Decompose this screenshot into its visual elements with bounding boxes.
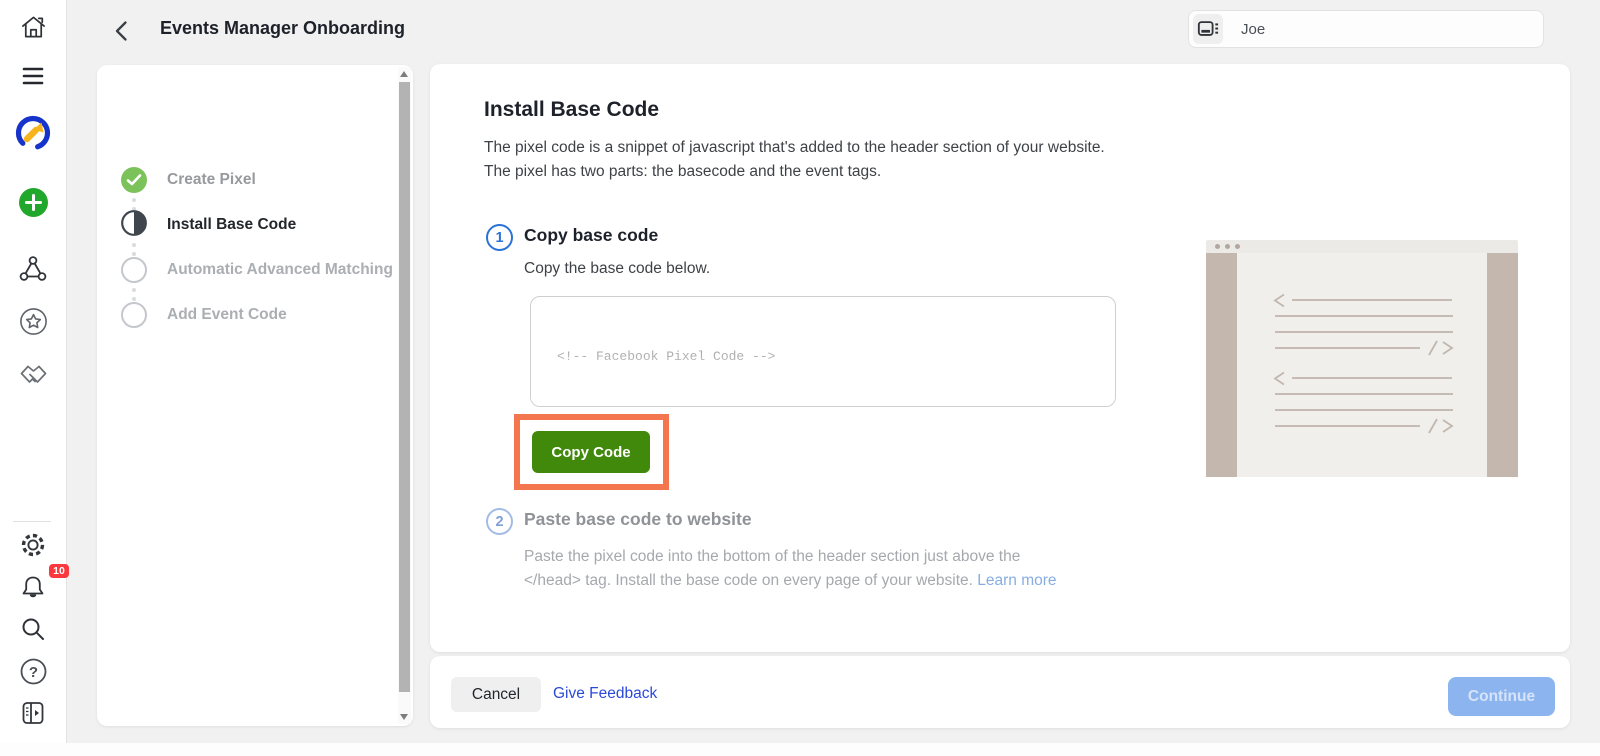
- left-sidebar: 10 ?: [0, 0, 67, 756]
- scrollbar-thumb[interactable]: [399, 82, 410, 692]
- step-install-base-code[interactable]: Install Base Code: [121, 212, 296, 238]
- continue-button[interactable]: Continue: [1448, 677, 1555, 716]
- cancel-button[interactable]: Cancel: [451, 677, 541, 712]
- step-label: Install Base Code: [167, 216, 296, 234]
- scrollbar-up-arrow[interactable]: [400, 71, 408, 77]
- step-2-title: Paste base code to website: [524, 509, 752, 530]
- notifications-bell-icon[interactable]: 10: [0, 570, 66, 604]
- illustration-left-column: [1206, 253, 1237, 477]
- step-label: Add Event Code: [167, 306, 287, 324]
- collapse-sidebar-icon[interactable]: [0, 698, 66, 728]
- search-icon[interactable]: [0, 614, 66, 644]
- pixel-code-snippet: <!-- Facebook Pixel Code --> <script> !f…: [530, 296, 1116, 407]
- account-name: Joe: [1241, 21, 1265, 38]
- step-2-number: 2: [486, 508, 513, 535]
- notification-badge: 10: [49, 564, 69, 578]
- window-dots-icon: [1215, 244, 1240, 249]
- step-automatic-advanced-matching[interactable]: Automatic Advanced Matching: [121, 257, 393, 283]
- step-current-half-icon: [121, 210, 147, 241]
- step-label: Create Pixel: [167, 171, 256, 189]
- code-open-glyph: [1271, 370, 1288, 387]
- panel-description: The pixel code is a snippet of javascrip…: [484, 136, 1105, 183]
- give-feedback-link[interactable]: Give Feedback: [553, 685, 657, 703]
- step-1-title: Copy base code: [524, 225, 658, 246]
- steps-scrollbar[interactable]: [398, 67, 411, 724]
- bottom-strip: [0, 743, 1600, 756]
- step-create-pixel[interactable]: Create Pixel: [121, 167, 256, 193]
- step-2-body: Paste the pixel code into the bottom of …: [524, 545, 1057, 592]
- page-title: Events Manager Onboarding: [160, 18, 405, 39]
- help-icon[interactable]: ?: [0, 656, 66, 686]
- step-label: Automatic Advanced Matching: [167, 261, 393, 279]
- illustration-right-column: [1487, 253, 1518, 477]
- learn-more-link[interactable]: Learn more: [977, 572, 1056, 589]
- code-open-glyph: [1271, 292, 1288, 309]
- code-fade-overlay: [531, 348, 1115, 406]
- settings-gear-icon[interactable]: [0, 530, 66, 560]
- illustration-titlebar: [1206, 240, 1518, 253]
- sidebar-divider: [13, 521, 51, 522]
- star-circle-icon[interactable]: [0, 306, 66, 336]
- wizard-footer: Cancel Give Feedback Continue: [430, 656, 1570, 728]
- back-button[interactable]: [108, 17, 136, 45]
- app-logo-icon[interactable]: [0, 112, 66, 154]
- menu-icon[interactable]: [0, 61, 66, 91]
- step-upcoming-icon: [121, 302, 147, 328]
- code-close-glyph: [1427, 339, 1455, 357]
- code-close-glyph: [1427, 417, 1455, 435]
- browser-window-illustration: [1206, 240, 1518, 477]
- account-icon: [1193, 14, 1223, 44]
- step-1-subtitle: Copy the base code below.: [524, 260, 710, 278]
- handshake-icon[interactable]: [0, 358, 66, 390]
- copy-code-button[interactable]: Copy Code: [532, 431, 650, 473]
- create-plus-icon[interactable]: [0, 186, 66, 218]
- home-icon[interactable]: [0, 12, 66, 42]
- svg-text:?: ?: [28, 664, 37, 681]
- step-connector: [132, 243, 136, 256]
- illustration-page: [1206, 253, 1518, 477]
- scrollbar-down-arrow[interactable]: [400, 714, 408, 720]
- onboarding-steps-panel: Create Pixel Install Base Code Automatic…: [97, 65, 413, 726]
- panel-heading: Install Base Code: [484, 98, 659, 122]
- step-connector: [132, 288, 136, 301]
- step-done-check-icon: [121, 167, 147, 193]
- account-selector[interactable]: Joe: [1188, 10, 1544, 48]
- install-base-code-panel: Install Base Code The pixel code is a sn…: [430, 64, 1570, 652]
- step-1-number: 1: [486, 224, 513, 251]
- events-manager-onboarding-screen: 10 ?: [0, 0, 1600, 756]
- step-upcoming-icon: [121, 257, 147, 283]
- assets-network-icon[interactable]: [0, 253, 66, 285]
- step-add-event-code[interactable]: Add Event Code: [121, 302, 287, 328]
